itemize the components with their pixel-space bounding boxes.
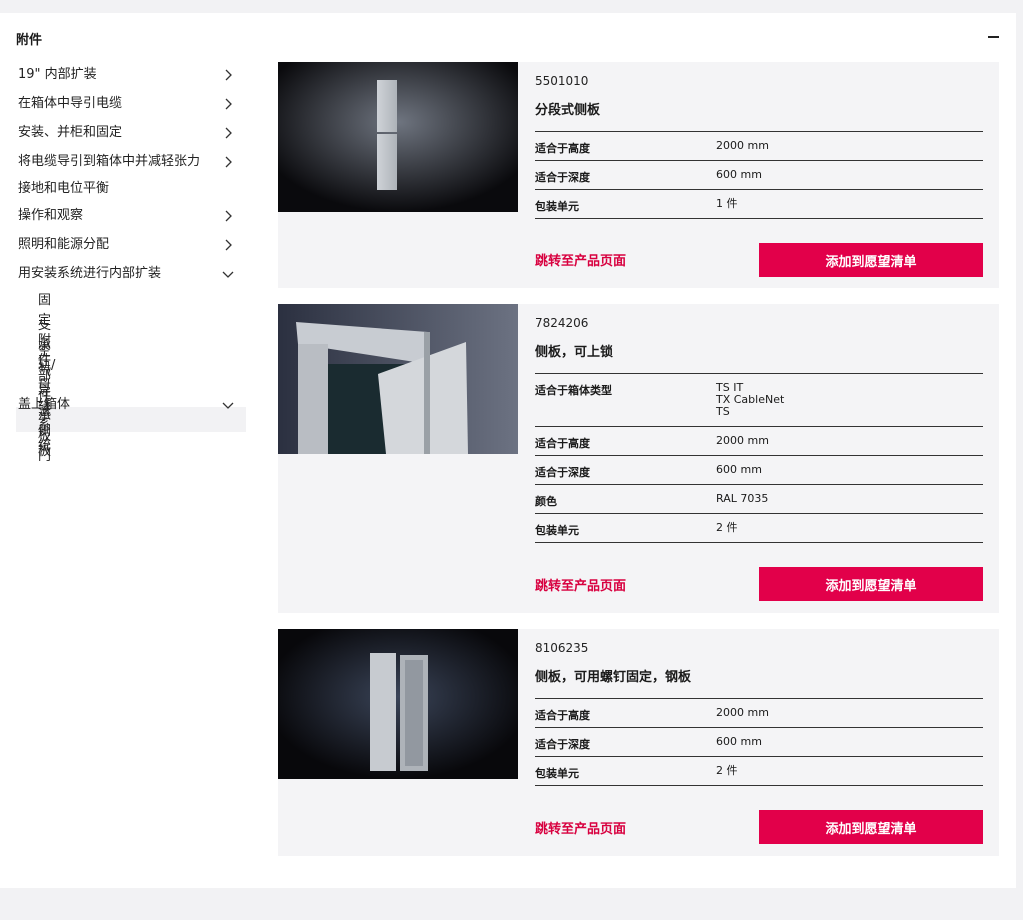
spec-key: 适合于深度	[535, 738, 590, 751]
product-number: 5501010	[535, 74, 589, 88]
sidebar-item-label: 照明和能源分配	[18, 237, 110, 252]
sidebar-item-lighting[interactable]: 照明和能源分配	[18, 235, 246, 255]
sidebar-subitem-door[interactable]: 门	[38, 447, 51, 467]
spec-value: 2000 mm	[716, 706, 769, 719]
sidebar-item-label: 用安装系统进行内部扩装	[18, 266, 162, 281]
spec-key: 适合于深度	[535, 466, 590, 479]
spec-value: 600 mm	[716, 735, 762, 748]
spec-table: 适合于高度 2000 mm 适合于深度 600 mm 包装单元 2 件	[535, 698, 983, 786]
spec-table: 适合于箱体类型 TS IT TX CableNet TS 适合于高度 2000 …	[535, 373, 983, 543]
sidebar-item-label: 安装、并柜和固定	[18, 125, 123, 140]
sidebar-item-label: 在箱体中导引电缆	[18, 96, 123, 111]
spec-row: 包装单元 2 件	[535, 514, 983, 543]
spec-row: 包装单元 1 件	[535, 190, 983, 219]
add-to-wishlist-button[interactable]: 添加到愿望清单	[759, 810, 983, 844]
spec-row: 适合于深度 600 mm	[535, 728, 983, 757]
spec-row: 适合于深度 600 mm	[535, 161, 983, 190]
product-name: 侧板，可上锁	[535, 345, 614, 360]
sidebar-item-label: 19" 内部扩装	[18, 67, 97, 82]
spec-key: 适合于深度	[535, 171, 590, 184]
spec-key: 适合于高度	[535, 437, 590, 450]
spec-value: 2000 mm	[716, 434, 769, 447]
sidebar-item-grounding[interactable]: 接地和电位平衡	[18, 179, 246, 199]
spec-value: RAL 7035	[716, 492, 769, 505]
spec-key: 适合于高度	[535, 142, 590, 155]
chevron-right-icon	[225, 98, 232, 110]
spec-row: 包装单元 2 件	[535, 757, 983, 786]
chevron-down-icon	[222, 402, 234, 409]
chevron-right-icon	[225, 69, 232, 81]
spec-row: 颜色 RAL 7035	[535, 485, 983, 514]
product-number: 8106235	[535, 641, 589, 655]
spec-key: 颜色	[535, 495, 557, 508]
product-card: 5501010 分段式侧板 适合于高度 2000 mm 适合于深度 600 mm…	[278, 62, 999, 288]
sidebar-item-label: 将电缆导引到箱体中并减轻张力	[18, 154, 201, 169]
product-image[interactable]	[278, 629, 518, 779]
sidebar-item-label: 操作和观察	[18, 208, 84, 223]
product-card: 8106235 侧板，可用螺钉固定，钢板 适合于高度 2000 mm 适合于深度…	[278, 629, 999, 856]
chevron-right-icon	[225, 156, 232, 168]
spec-value: 2000 mm	[716, 139, 769, 152]
spec-key: 适合于高度	[535, 709, 590, 722]
product-number: 7824206	[535, 316, 589, 330]
sidebar-subitem-side-panel[interactable]: 侧板	[38, 422, 51, 459]
product-page-link[interactable]: 跳转至产品页面	[535, 250, 626, 269]
spec-value: 600 mm	[716, 463, 762, 476]
product-image[interactable]	[278, 62, 518, 212]
sidebar-item-mounting[interactable]: 安装、并柜和固定	[18, 123, 246, 143]
spec-row: 适合于深度 600 mm	[535, 456, 983, 485]
spec-row: 适合于高度 2000 mm	[535, 132, 983, 161]
sidebar-item-cable-routing[interactable]: 在箱体中导引电缆	[18, 94, 246, 114]
sidebar-item-label: 接地和电位平衡	[18, 181, 110, 196]
spec-table: 适合于高度 2000 mm 适合于深度 600 mm 包装单元 1 件	[535, 131, 983, 219]
sidebar-subitem[interactable]: 部件承板	[38, 367, 51, 444]
spec-value: TS IT TX CableNet TS	[716, 381, 785, 418]
spec-value: 1 件	[716, 197, 738, 210]
sidebar-subitem[interactable]: 固定附件	[38, 291, 51, 368]
product-page-link[interactable]: 跳转至产品页面	[535, 575, 626, 594]
add-to-wishlist-button[interactable]: 添加到愿望清单	[759, 567, 983, 601]
spec-key: 适合于箱体类型	[535, 384, 612, 397]
spec-row: 适合于高度 2000 mm	[535, 427, 983, 456]
panel-title: 附件	[16, 33, 43, 48]
chevron-right-icon	[225, 239, 232, 251]
chevron-right-icon	[225, 210, 232, 222]
spec-row: 适合于箱体类型 TS IT TX CableNet TS	[535, 374, 983, 427]
sidebar-item-label: 盖上箱体	[18, 397, 71, 412]
spec-value: 600 mm	[716, 168, 762, 181]
sidebar-subitem[interactable]: 空气导流	[38, 342, 51, 419]
minus-icon[interactable]	[988, 36, 999, 38]
product-page-link[interactable]: 跳转至产品页面	[535, 818, 626, 837]
spec-row: 适合于高度 2000 mm	[535, 699, 983, 728]
chevron-down-icon	[222, 271, 234, 278]
chevron-right-icon	[225, 127, 232, 139]
product-image[interactable]	[278, 304, 518, 454]
spec-key: 包装单元	[535, 524, 579, 537]
spec-value: 2 件	[716, 521, 738, 534]
product-name: 分段式侧板	[535, 103, 601, 118]
add-to-wishlist-button[interactable]: 添加到愿望清单	[759, 243, 983, 277]
spec-value: 2 件	[716, 764, 738, 777]
sidebar-item-enclosure-cover[interactable]: 盖上箱体	[18, 395, 246, 415]
product-card: 7824206 侧板，可上锁 适合于箱体类型 TS IT TX CableNet…	[278, 304, 999, 613]
sidebar-item-19-inch[interactable]: 19" 内部扩装	[18, 65, 246, 85]
spec-key: 包装单元	[535, 767, 579, 780]
sidebar-subitem[interactable]: 支承轨/母线系统	[38, 316, 55, 453]
sidebar-item-cable-entry[interactable]: 将电缆导引到箱体中并减轻张力	[18, 152, 246, 172]
sidebar-item-operation[interactable]: 操作和观察	[18, 206, 246, 226]
sidebar-item-installation-system[interactable]: 用安装系统进行内部扩装	[18, 264, 246, 284]
product-name: 侧板，可用螺钉固定，钢板	[535, 670, 692, 685]
spec-key: 包装单元	[535, 200, 579, 213]
